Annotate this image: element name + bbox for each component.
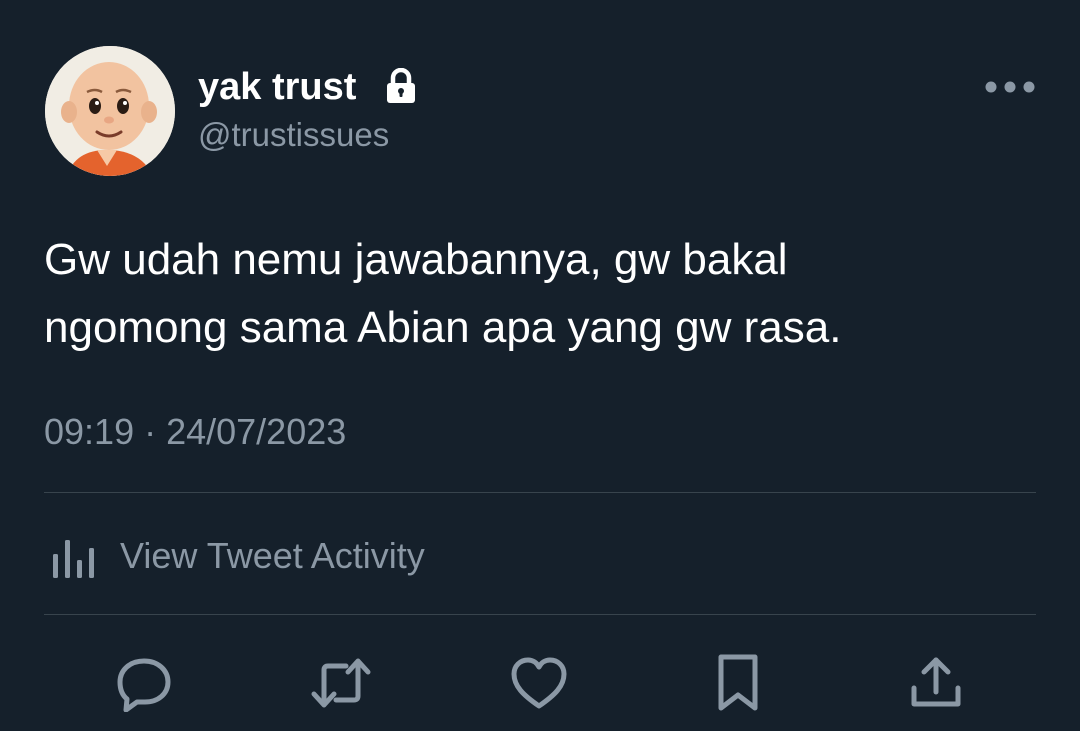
share-button[interactable]: [905, 652, 967, 714]
retweet-button[interactable]: [310, 652, 372, 714]
more-options-icon[interactable]: [980, 74, 1040, 100]
reply-button[interactable]: [113, 652, 175, 714]
cartoon-avatar-icon: [45, 46, 175, 176]
avatar[interactable]: [45, 46, 175, 176]
retweet-icon: [311, 658, 371, 708]
share-icon: [911, 657, 961, 707]
view-tweet-activity-button[interactable]: View Tweet Activity: [44, 528, 425, 584]
reply-icon: [117, 658, 171, 712]
tweet-text: Gw udah nemu jawabannya, gw bakal ngomon…: [44, 226, 1044, 362]
tweet-text-line: ngomong sama Abian apa yang gw rasa.: [44, 303, 842, 352]
tweet-timestamp[interactable]: 09:19 · 24/07/2023: [44, 410, 346, 454]
heart-icon: [511, 657, 567, 709]
divider: [44, 614, 1036, 615]
lock-icon: [387, 68, 415, 103]
divider: [44, 492, 1036, 493]
bookmark-icon: [718, 654, 758, 711]
author-handle[interactable]: @trustissues: [198, 114, 389, 156]
view-tweet-activity-label: View Tweet Activity: [120, 535, 425, 576]
bar-chart-icon: [53, 540, 94, 578]
author-display-name[interactable]: yak trust: [198, 64, 356, 110]
bookmark-button[interactable]: [707, 652, 769, 714]
like-button[interactable]: [508, 652, 570, 714]
tweet-text-line: Gw udah nemu jawabannya, gw bakal: [44, 235, 788, 284]
